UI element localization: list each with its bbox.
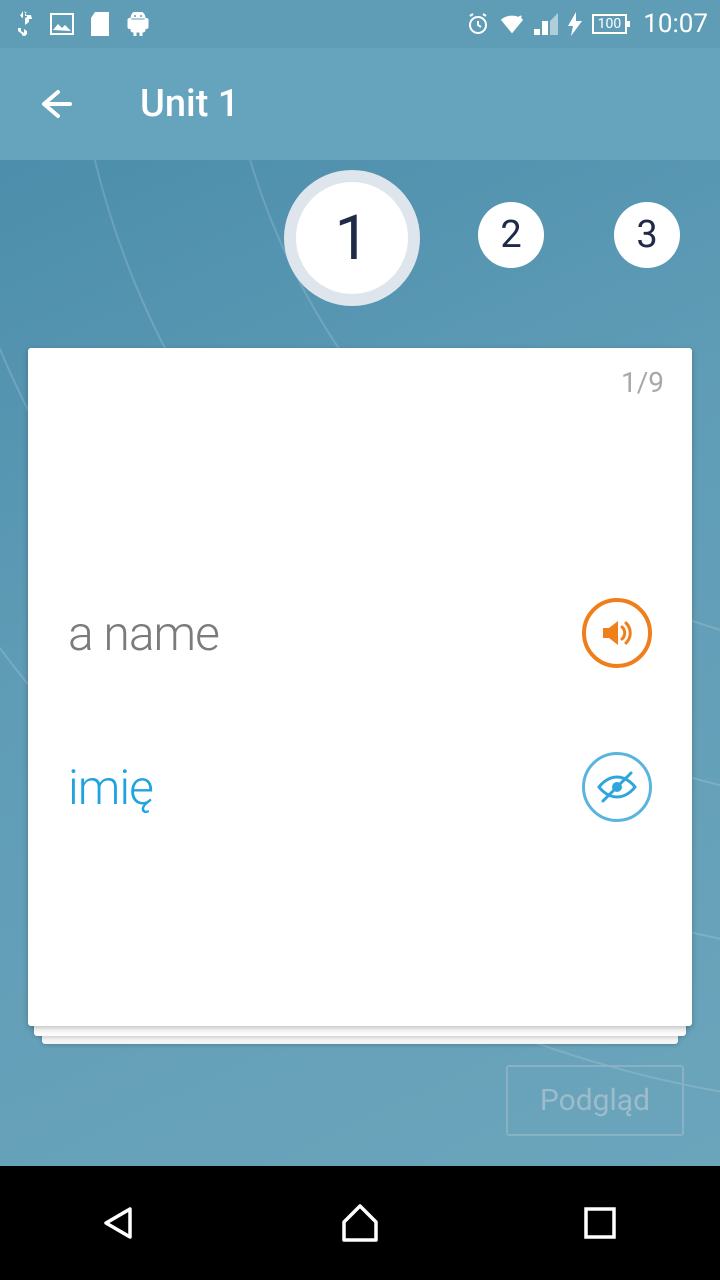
page-title: Unit 1	[140, 82, 239, 126]
alarm-icon	[466, 12, 490, 36]
sd-card-icon	[88, 12, 112, 36]
back-button[interactable]	[36, 84, 76, 124]
wifi-icon	[500, 12, 524, 36]
main-area: 1 2 3 1/9 a name imię Podgląd	[0, 160, 720, 1166]
charging-icon	[568, 12, 582, 36]
battery-level: 100	[598, 16, 622, 32]
nav-recent-button[interactable]	[570, 1193, 630, 1253]
image-icon	[50, 12, 74, 36]
card-counter: 1/9	[621, 366, 664, 399]
step-indicator: 1 2 3	[0, 160, 720, 294]
signal-icon	[534, 12, 558, 36]
android-icon	[126, 12, 150, 36]
word-row: a name	[68, 598, 652, 668]
battery-icon: 100	[592, 14, 628, 34]
status-right: 100 10:07	[466, 9, 708, 39]
status-left	[12, 12, 150, 36]
word-text: a name	[68, 605, 219, 662]
play-audio-button[interactable]	[582, 598, 652, 668]
flashcard[interactable]: 1/9 a name imię	[28, 348, 692, 1026]
navigation-bar	[0, 1166, 720, 1280]
nav-home-button[interactable]	[330, 1193, 390, 1253]
step-1[interactable]: 1	[296, 182, 408, 294]
translation-text: imię	[68, 759, 153, 816]
step-2[interactable]: 2	[478, 202, 544, 268]
preview-button[interactable]: Podgląd	[506, 1065, 684, 1136]
usb-icon	[12, 12, 36, 36]
step-3[interactable]: 3	[614, 202, 680, 268]
translation-row: imię	[68, 752, 652, 822]
nav-back-button[interactable]	[90, 1193, 150, 1253]
card-stack: 1/9 a name imię	[28, 348, 692, 1044]
speaker-icon	[597, 613, 637, 653]
status-time: 10:07	[643, 9, 708, 39]
app-bar: Unit 1	[0, 48, 720, 160]
hide-translation-button[interactable]	[582, 752, 652, 822]
eye-slash-icon	[595, 765, 639, 809]
status-bar: 100 10:07	[0, 0, 720, 48]
